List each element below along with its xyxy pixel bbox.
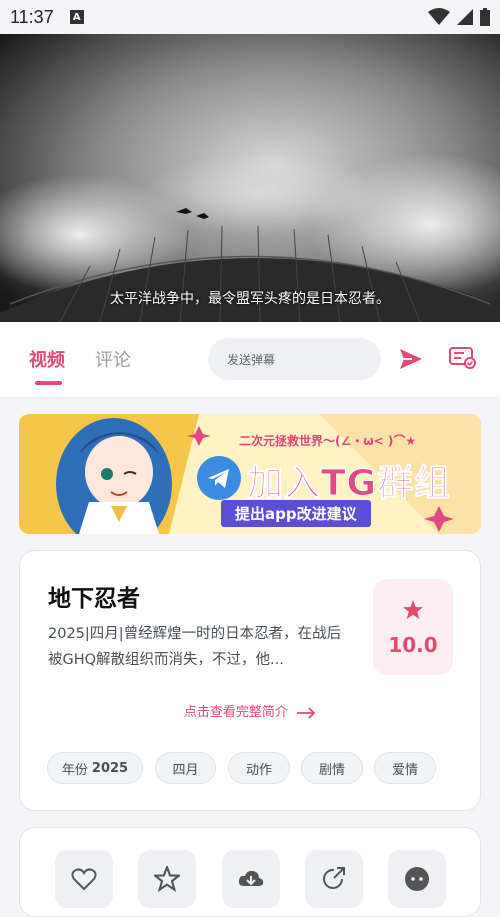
- send-icon[interactable]: [398, 346, 424, 372]
- tg-group-banner[interactable]: 二次元拯救世界～(∠・ω< )⌒★ 加入TG群组 提出app改进建议: [19, 414, 481, 534]
- battery-icon: [480, 8, 490, 26]
- status-time: 11:37: [10, 6, 54, 27]
- video-subtitle: 太平洋战争中，最令盟军头疼的是日本忍者。: [110, 291, 390, 307]
- tab-video[interactable]: 视频: [29, 346, 65, 372]
- tabs-bar: 视频 评论 发送弹幕: [0, 322, 500, 398]
- banner-topline: 二次元拯救世界～(∠・ω< )⌒★: [239, 434, 417, 448]
- chip-year-label: 年份: [61, 762, 88, 778]
- score-value: 10.0: [388, 633, 438, 657]
- score-badge: 10.0: [373, 579, 453, 675]
- video-player[interactable]: 太平洋战争中，最令盟军头疼的是日本忍者。: [0, 34, 500, 322]
- download-button[interactable]: [222, 850, 280, 908]
- telegram-icon: [197, 456, 241, 500]
- actions-card: [19, 827, 481, 917]
- full-intro-link[interactable]: 点击查看完整简介: [20, 701, 480, 720]
- danmaku-input[interactable]: 发送弹幕: [208, 338, 381, 380]
- chip-genre-action[interactable]: 动作: [228, 752, 290, 784]
- notification-a-icon: A: [69, 10, 84, 24]
- banner-title: 加入TG群组: [246, 463, 452, 505]
- anime-title: 地下忍者: [48, 586, 140, 612]
- share-button[interactable]: [305, 850, 363, 908]
- star-icon: [403, 600, 423, 619]
- banner-subtitle: 提出app改进建议: [221, 500, 371, 527]
- chip-season[interactable]: 四月: [155, 752, 216, 784]
- arrow-right-icon: [297, 706, 316, 719]
- tab-active-indicator: [35, 381, 62, 385]
- like-button[interactable]: [55, 850, 113, 908]
- wifi-icon: [428, 8, 450, 25]
- full-intro-label: 点击查看完整简介: [183, 705, 288, 720]
- download-icon: [238, 870, 264, 886]
- signal-icon: [457, 9, 473, 25]
- chip-genre-drama[interactable]: 剧情: [301, 752, 363, 784]
- status-bar: 11:37 A: [0, 0, 500, 34]
- more-button[interactable]: [388, 850, 446, 908]
- danmaku-settings-icon[interactable]: [448, 346, 476, 370]
- anime-description: 2025|四月|曾经辉煌一时的日本忍者，在战后被GHQ解散组织而消失，不过，他.…: [48, 626, 342, 668]
- chip-year-value: 2025: [91, 760, 129, 776]
- video-frame: [0, 34, 500, 322]
- favorite-icon: [154, 866, 180, 892]
- status-icons: [428, 8, 490, 26]
- more-icon: [405, 867, 429, 891]
- share-icon: [323, 867, 345, 889]
- chip-year[interactable]: 年份 2025: [47, 752, 143, 784]
- anime-info-card: 地下忍者 2025|四月|曾经辉煌一时的日本忍者，在战后被GHQ解散组织而消失，…: [19, 550, 481, 811]
- tab-comments[interactable]: 评论: [95, 346, 131, 372]
- like-icon: [71, 868, 97, 891]
- favorite-button[interactable]: [138, 850, 196, 908]
- chip-genre-romance[interactable]: 爱情: [374, 752, 436, 784]
